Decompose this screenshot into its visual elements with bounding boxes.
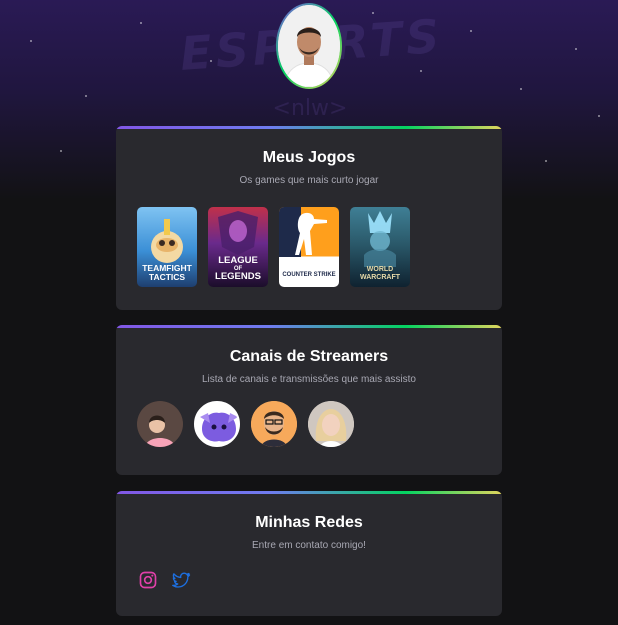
game-league-of-legends[interactable]: LEAGUE OF LEGENDS xyxy=(208,207,268,287)
twitter-icon[interactable] xyxy=(171,570,191,590)
streamers-subtitle: Lista de canais e transmissões que mais … xyxy=(202,374,416,385)
streamers-list xyxy=(116,401,502,447)
profile-photo-icon xyxy=(278,5,340,87)
game-label-lol: LEAGUE OF LEGENDS xyxy=(215,255,261,282)
profile-avatar xyxy=(276,3,342,89)
streamer-3-avatar[interactable] xyxy=(251,401,297,447)
streamer-2-avatar[interactable] xyxy=(194,401,240,447)
games-title: Meus Jogos xyxy=(262,149,356,166)
game-teamfight-tactics[interactable]: TEAMFIGHT TACTICS xyxy=(137,207,197,287)
streamers-title: Canais de Streamers xyxy=(229,348,389,365)
game-counter-strike[interactable]: COUNTER STRIKE xyxy=(279,207,339,287)
streamers-card: Canais de Streamers Lista de canais e tr… xyxy=(116,325,502,475)
games-list: TEAMFIGHT TACTICS LEAGUE OF LEGENDS COUN… xyxy=(116,207,502,287)
game-label-wow: WORLD WARCRAFT xyxy=(359,266,401,281)
streamer-4-avatar[interactable] xyxy=(308,401,354,447)
hero-logo-subtitle: <nlw> xyxy=(272,96,348,121)
game-label-cs: COUNTER STRIKE xyxy=(282,272,336,278)
streamer-1-avatar[interactable] xyxy=(137,401,183,447)
game-label-tft: TEAMFIGHT TACTICS xyxy=(142,263,192,282)
social-subtitle: Entre em contato comigo! xyxy=(252,540,366,551)
profile-photo xyxy=(278,5,340,87)
games-subtitle: Os games que mais curto jogar xyxy=(239,175,379,186)
social-card: Minhas Redes Entre em contato comigo! xyxy=(116,491,502,616)
games-card: Meus Jogos Os games que mais curto jogar… xyxy=(116,126,502,310)
social-links xyxy=(116,570,502,590)
social-title: Minhas Redes xyxy=(255,514,363,531)
game-world-of-warcraft[interactable]: WORLD WARCRAFT xyxy=(350,207,410,287)
instagram-icon[interactable] xyxy=(138,570,158,590)
